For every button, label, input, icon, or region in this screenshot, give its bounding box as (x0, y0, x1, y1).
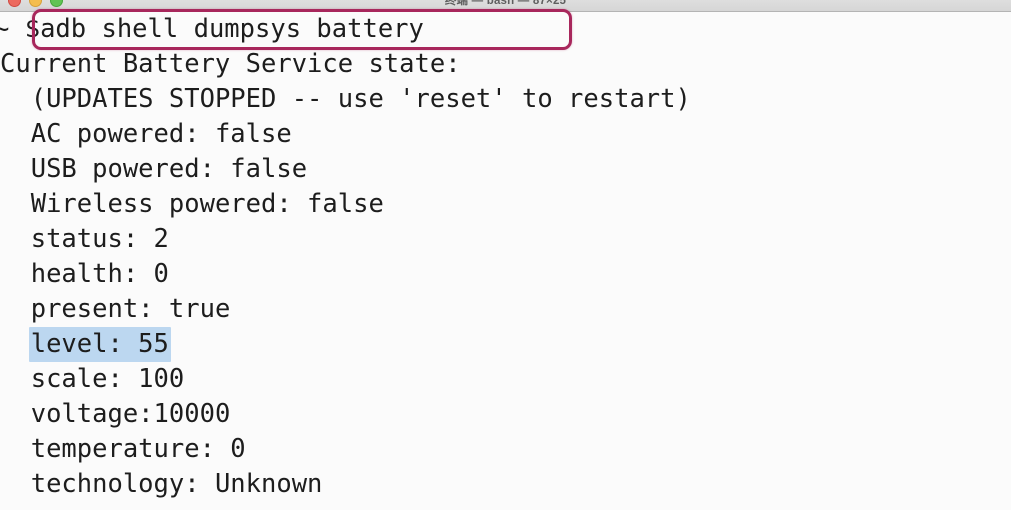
command-text[interactable]: $adb shell dumpsys battery (25, 14, 424, 44)
line-text: Wireless powered: false (30, 189, 384, 219)
line-text: health: 0 (30, 259, 169, 289)
terminal-line: USB powered: false (0, 152, 1011, 187)
terminal-line: Current Battery Service state: (0, 47, 1011, 82)
selected-line-text[interactable]: level: 55 (28, 327, 171, 362)
line-text: scale: 100 (30, 364, 185, 394)
window-title: 终端 — bash — 87×25 (444, 0, 567, 7)
terminal-line: health: 0 (0, 257, 1011, 292)
line-text: temperature: 0 (30, 434, 246, 464)
terminal-line: temperature: 0 (0, 432, 1011, 467)
terminal-output-area[interactable]: ~ $adb shell dumpsys battery Current Bat… (0, 12, 1011, 510)
prompt-symbol: ~ (0, 14, 10, 44)
terminal-line: AC powered: false (0, 117, 1011, 152)
line-text: AC powered: false (30, 119, 292, 149)
terminal-line: present: true (0, 292, 1011, 327)
terminal-line: technology: Unknown (0, 467, 1011, 502)
line-text: status: 2 (30, 224, 169, 254)
line-text: technology: Unknown (30, 469, 323, 499)
line-text: present: true (30, 294, 231, 324)
terminal-line: status: 2 (0, 222, 1011, 257)
terminal-line: scale: 100 (0, 362, 1011, 397)
terminal-prompt-line: ~ $adb shell dumpsys battery (0, 12, 1011, 47)
line-text: (UPDATES STOPPED -- use 'reset' to resta… (30, 84, 691, 114)
terminal-window: 终端 — bash — 87×25 ~ $adb shell dumpsys b… (0, 0, 1011, 510)
terminal-line: level: 55 (0, 327, 1011, 362)
line-text: USB powered: false (30, 154, 308, 184)
terminal-line: Wireless powered: false (0, 187, 1011, 222)
window-titlebar: 终端 — bash — 87×25 (0, 0, 1011, 12)
terminal-line: voltage:10000 (0, 397, 1011, 432)
line-text: Current Battery Service state: (0, 49, 461, 79)
terminal-line: (UPDATES STOPPED -- use 'reset' to resta… (0, 82, 1011, 117)
terminal-output-lines: Current Battery Service state: (UPDATES … (0, 47, 1011, 502)
line-text: voltage:10000 (30, 399, 231, 429)
